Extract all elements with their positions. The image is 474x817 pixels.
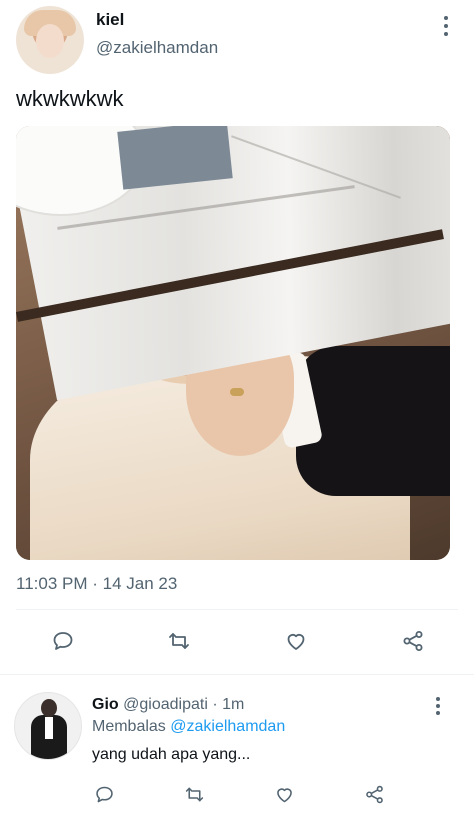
retweet-icon[interactable]	[179, 779, 209, 809]
tweet-text: wkwkwkwk	[16, 86, 124, 112]
section-separator	[0, 674, 474, 682]
reply-icon[interactable]	[89, 779, 119, 809]
more-options-icon[interactable]	[436, 14, 456, 38]
more-dot	[436, 711, 440, 715]
avatar-face	[36, 24, 64, 58]
avatar-shirt	[45, 717, 53, 739]
author-name[interactable]: kiel	[96, 10, 124, 30]
replying-to-mention[interactable]: @zakielhamdan	[170, 718, 285, 735]
reply-author-avatar[interactable]	[14, 692, 82, 760]
tweet-action-bar	[0, 626, 474, 656]
reply-icon[interactable]	[48, 626, 78, 656]
reply-header: Gio @gioadipati · 1m	[92, 696, 244, 714]
tweet-timestamp[interactable]: 11:03 PM · 14 Jan 23	[16, 574, 177, 594]
tweet-page: kiel @zakielhamdan wkwkwkwk 11:03 PM · 1…	[0, 0, 474, 817]
retweet-icon[interactable]	[164, 626, 194, 656]
reply-author-name[interactable]: Gio	[92, 696, 119, 713]
replying-to-prefix: Membalas	[92, 718, 170, 735]
more-dot	[444, 16, 448, 20]
reply-more-options-icon[interactable]	[430, 696, 446, 716]
reply-author-handle[interactable]: @gioadipati	[123, 696, 208, 713]
tweet-photo[interactable]	[16, 126, 450, 560]
replying-to-line: Membalas @zakielhamdan	[92, 718, 285, 736]
more-dot	[444, 32, 448, 36]
divider	[16, 609, 458, 610]
author-avatar[interactable]	[16, 6, 84, 74]
more-dot	[436, 697, 440, 701]
like-icon[interactable]	[281, 626, 311, 656]
reply-text: yang udah apa yang...	[92, 746, 250, 764]
more-dot	[436, 704, 440, 708]
reply-separator: ·	[208, 696, 222, 713]
photo-ring	[230, 388, 244, 396]
author-handle[interactable]: @zakielhamdan	[96, 38, 218, 58]
reply-age[interactable]: 1m	[222, 696, 244, 713]
reply-action-bar	[0, 779, 474, 809]
like-icon[interactable]	[269, 779, 299, 809]
share-icon[interactable]	[359, 779, 389, 809]
more-dot	[444, 24, 448, 28]
avatar-head	[41, 699, 57, 717]
share-icon[interactable]	[398, 626, 428, 656]
